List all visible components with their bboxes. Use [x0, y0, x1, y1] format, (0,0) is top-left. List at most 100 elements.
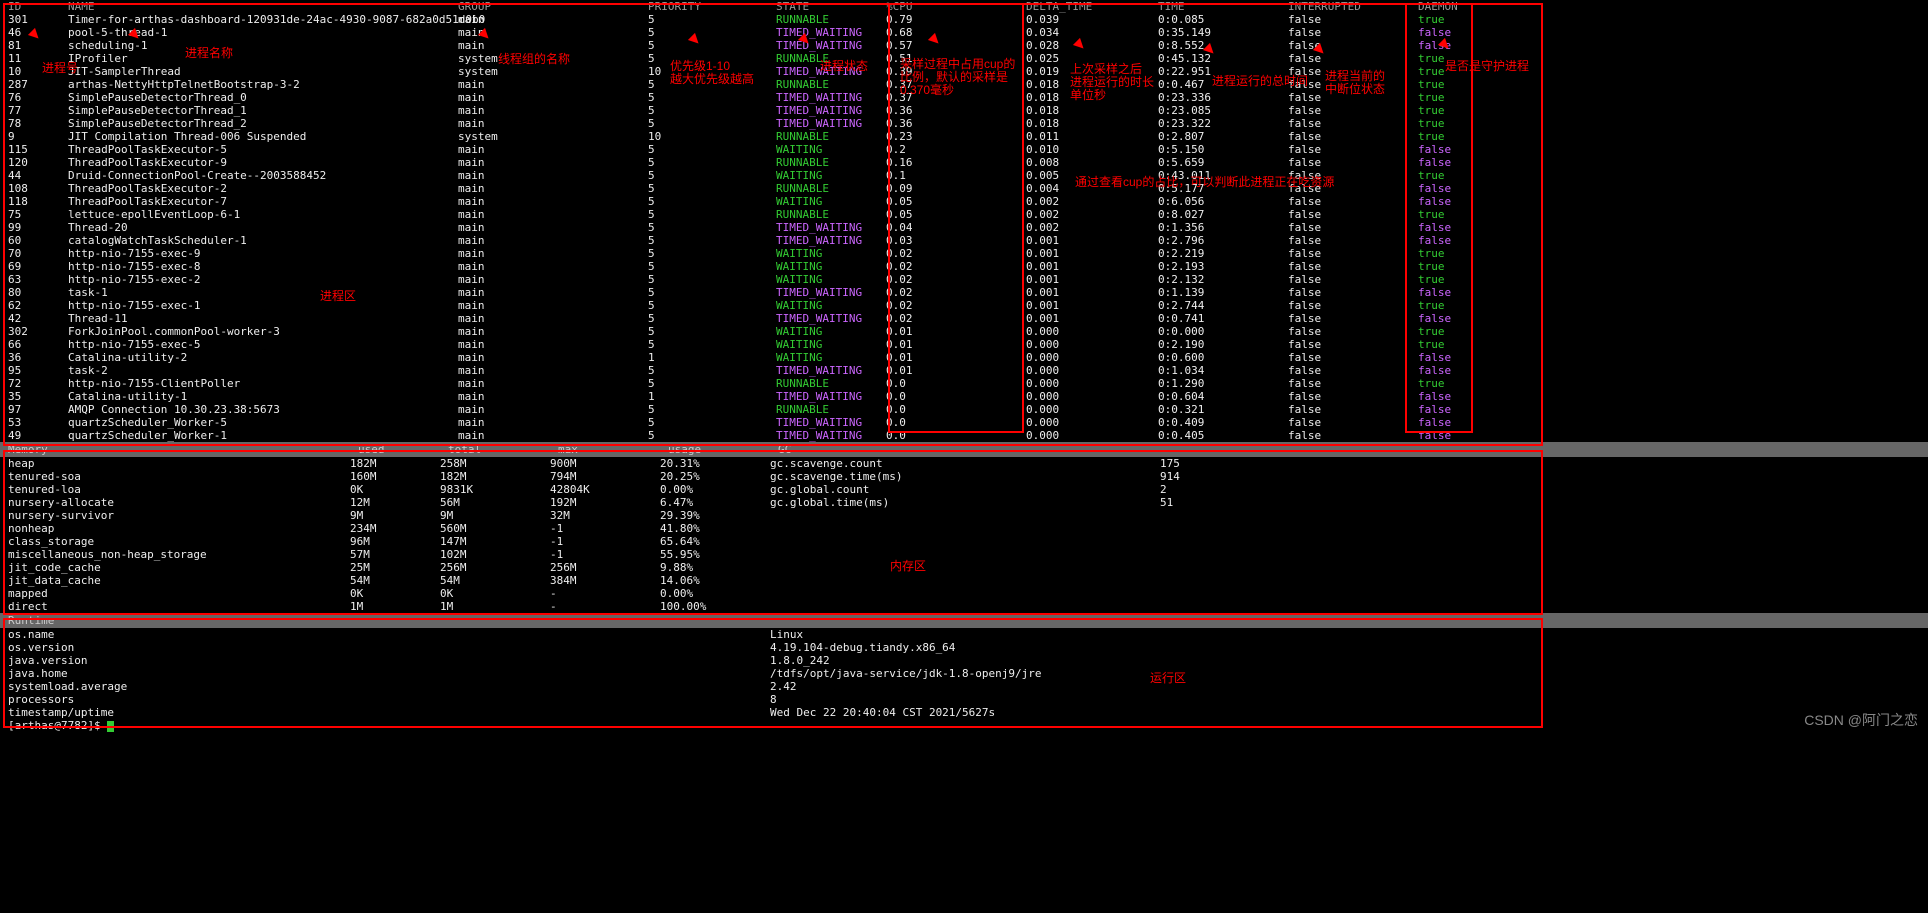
cell-time: 0:8.552: [1158, 39, 1288, 52]
mem-max: 794M: [550, 470, 660, 483]
cell-name: Catalina-utility-1: [68, 390, 458, 403]
cell-interrupted: false: [1288, 169, 1418, 182]
cell-daemon: true: [1418, 260, 1498, 273]
cell-state: RUNNABLE: [776, 208, 886, 221]
cell-time: 0:0.409: [1158, 416, 1288, 429]
cell-group: main: [458, 299, 648, 312]
thread-row: 81scheduling-1main5TIMED_WAITING0.570.02…: [0, 39, 1928, 52]
cell-time: 0:1.034: [1158, 364, 1288, 377]
cell-group: main: [458, 91, 648, 104]
cell-interrupted: false: [1288, 104, 1418, 117]
watermark: CSDN @阿门之恋: [1804, 714, 1918, 727]
cell-state: RUNNABLE: [776, 130, 886, 143]
thread-row: 287arthas-NettyHttpTelnetBootstrap-3-2ma…: [0, 78, 1928, 91]
thread-row: 49quartzScheduler_Worker-1main5TIMED_WAI…: [0, 429, 1928, 442]
cell-time: 0:2.796: [1158, 234, 1288, 247]
cell-delta: 0.039: [1026, 13, 1158, 26]
runtime-value: Wed Dec 22 20:40:04 CST 2021/5627s: [770, 706, 1470, 719]
col-header: NAME: [68, 0, 458, 13]
cell-priority: 5: [648, 299, 776, 312]
cell-id: 46: [0, 26, 68, 39]
cell-time: 0:0.467: [1158, 78, 1288, 91]
cell-daemon: false: [1418, 234, 1498, 247]
mem-name: nursery-allocate: [0, 496, 350, 509]
cell-priority: 5: [648, 286, 776, 299]
cell-delta: 0.001: [1026, 234, 1158, 247]
runtime-value: 1.8.0_242: [770, 654, 1470, 667]
thread-row: 9JIT Compilation Thread-006 Suspendedsys…: [0, 130, 1928, 143]
gc-value: 2: [1160, 483, 1260, 496]
mem-usage: 9.88%: [660, 561, 770, 574]
cell-priority: 5: [648, 156, 776, 169]
cell-daemon: false: [1418, 39, 1498, 52]
mem-used: 25M: [350, 561, 440, 574]
cell-cpu: 0.2: [886, 143, 1026, 156]
col-header: TIME: [1158, 0, 1288, 13]
cell-state: TIMED_WAITING: [776, 286, 886, 299]
col-header: GROUP: [458, 0, 648, 13]
thread-row: 118ThreadPoolTaskExecutor-7main5WAITING0…: [0, 195, 1928, 208]
cell-group: main: [458, 260, 648, 273]
cell-id: 42: [0, 312, 68, 325]
cell-interrupted: false: [1288, 429, 1418, 442]
cell-name: http-nio-7155-exec-9: [68, 247, 458, 260]
cell-group: main: [458, 286, 648, 299]
gc-name: gc.global.count: [770, 483, 1160, 496]
cell-daemon: true: [1418, 78, 1498, 91]
cell-name: ThreadPoolTaskExecutor-9: [68, 156, 458, 169]
runtime-row: java.home/tdfs/opt/java-service/jdk-1.8-…: [0, 667, 1928, 680]
mem-used: 12M: [350, 496, 440, 509]
cell-group: main: [458, 312, 648, 325]
mem-used: 1M: [350, 600, 440, 613]
cell-priority: 5: [648, 195, 776, 208]
cell-cpu: 0.05: [886, 195, 1026, 208]
runtime-name: java.home: [0, 667, 770, 680]
mem-used: 234M: [350, 522, 440, 535]
runtime-header-label: Runtime: [8, 614, 358, 627]
cell-interrupted: false: [1288, 78, 1418, 91]
cell-group: main: [458, 247, 648, 260]
cell-daemon: false: [1418, 286, 1498, 299]
cell-interrupted: false: [1288, 234, 1418, 247]
gc-name: gc.global.time(ms): [770, 496, 1160, 509]
cell-name: pool-5-thread-1: [68, 26, 458, 39]
cell-group: main: [458, 208, 648, 221]
mem-usage: 20.31%: [660, 457, 770, 470]
cell-daemon: true: [1418, 104, 1498, 117]
cell-delta: 0.010: [1026, 143, 1158, 156]
memory-header: MemoryusedtotalmaxusageGC: [0, 442, 1928, 457]
col-header: DAEMON: [1418, 0, 1498, 13]
thread-row: 42Thread-11main5TIMED_WAITING0.020.0010:…: [0, 312, 1928, 325]
cell-id: 70: [0, 247, 68, 260]
cell-interrupted: false: [1288, 403, 1418, 416]
gc-value: 175: [1160, 457, 1260, 470]
mem-total: 560M: [440, 522, 550, 535]
mem-usage: 14.06%: [660, 574, 770, 587]
mem-used: 57M: [350, 548, 440, 561]
mem-max: -: [550, 600, 660, 613]
mem-max: 32M: [550, 509, 660, 522]
cell-state: RUNNABLE: [776, 182, 886, 195]
cell-priority: 5: [648, 221, 776, 234]
cell-priority: 5: [648, 52, 776, 65]
cell-group: main: [458, 429, 648, 442]
cell-id: 302: [0, 325, 68, 338]
cell-interrupted: false: [1288, 195, 1418, 208]
mem-col-header: used: [358, 443, 448, 456]
cell-delta: 0.000: [1026, 364, 1158, 377]
cell-name: Timer-for-arthas-dashboard-120931de-24ac…: [68, 13, 458, 26]
cell-group: main: [458, 351, 648, 364]
cell-id: 80: [0, 286, 68, 299]
cell-id: 44: [0, 169, 68, 182]
thread-row: 35Catalina-utility-1main1TIMED_WAITING0.…: [0, 390, 1928, 403]
thread-row: 302ForkJoinPool.commonPool-worker-3main5…: [0, 325, 1928, 338]
mem-total: 54M: [440, 574, 550, 587]
cell-priority: 5: [648, 91, 776, 104]
cell-interrupted: false: [1288, 247, 1418, 260]
cell-time: 0:2.807: [1158, 130, 1288, 143]
cell-daemon: false: [1418, 182, 1498, 195]
prompt-line[interactable]: [arthas@7782]$: [0, 719, 1928, 732]
cell-state: TIMED_WAITING: [776, 364, 886, 377]
thread-row: 11IProfilersystem5RUNNABLE0.510.0250:45.…: [0, 52, 1928, 65]
cell-cpu: 0.02: [886, 286, 1026, 299]
